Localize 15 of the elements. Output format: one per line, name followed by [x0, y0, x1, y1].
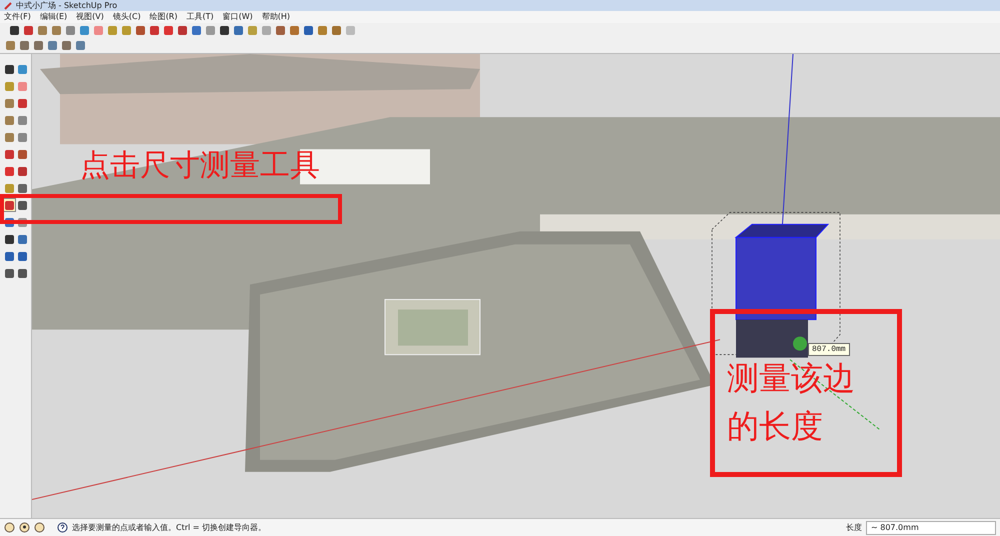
- measurement-field[interactable]: ~ 807.0mm: [866, 520, 996, 534]
- measure-tooltip: 807.0mm: [808, 343, 850, 356]
- menu-item[interactable]: 视图(V): [76, 13, 104, 21]
- menu-item[interactable]: 编辑(E): [40, 13, 68, 21]
- menu-item[interactable]: 帮助(H): [262, 13, 290, 21]
- menu-item[interactable]: 镜头(C): [112, 13, 141, 21]
- edge-callout-text: 测量该边的长度: [727, 358, 856, 447]
- menu-item[interactable]: 绘图(R): [150, 13, 178, 21]
- menu-item[interactable]: 窗口(W): [222, 13, 253, 21]
- menu-item[interactable]: 工具(T): [186, 13, 214, 21]
- menu-item[interactable]: 文件(F): [4, 13, 31, 21]
- measurement-label: 长度: [846, 524, 862, 532]
- window-title: 中式小广场 - SketchUp Pro: [16, 2, 118, 10]
- tool-callout-text: 点击尺寸测量工具: [80, 151, 320, 181]
- status-hint: 选择要测量的点或者输入值。Ctrl = 切换创建导向器。: [72, 524, 266, 532]
